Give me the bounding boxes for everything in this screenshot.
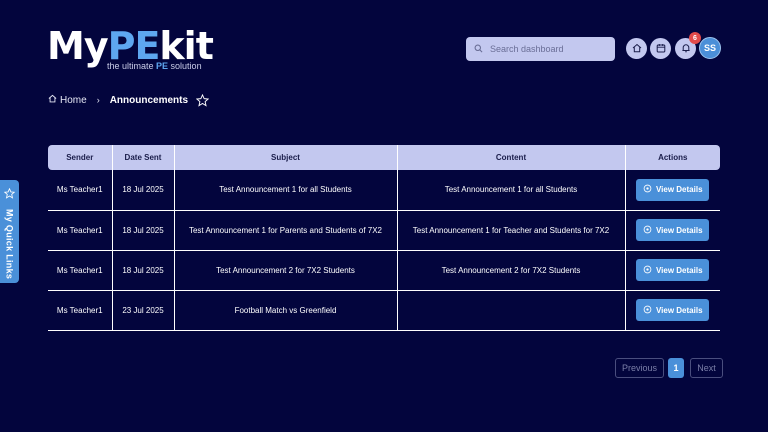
pagination: Previous 1 Next: [615, 358, 723, 378]
cell-content: Test Announcement 1 for all Students: [396, 170, 625, 211]
home-icon: [48, 94, 57, 106]
view-details-label: View Details: [655, 185, 703, 195]
cell-date: 23 Jul 2025: [111, 290, 174, 331]
cell-sender: Ms Teacher1: [48, 290, 112, 331]
breadcrumb-home[interactable]: Home: [48, 94, 87, 106]
calendar-icon: [656, 40, 666, 58]
eye-icon: [643, 265, 652, 276]
page-number-button[interactable]: 1: [668, 358, 684, 378]
view-details-button[interactable]: View Details: [636, 219, 710, 241]
home-button[interactable]: [626, 38, 647, 59]
star-icon: [3, 186, 16, 204]
logo[interactable]: MyPEkit the ultimate PE solution: [47, 24, 214, 72]
eye-icon: [643, 225, 652, 236]
column-header-date: Date Sent: [111, 145, 174, 170]
cell-sender: Ms Teacher1: [48, 250, 112, 291]
cell-date: 18 Jul 2025: [111, 170, 174, 211]
cell-subject: Football Match vs Greenfield: [173, 290, 397, 331]
cell-actions: View Details: [624, 290, 720, 331]
bell-icon: [681, 40, 691, 58]
column-header-subject: Subject: [173, 145, 397, 170]
cell-sender: Ms Teacher1: [48, 170, 112, 211]
calendar-button[interactable]: [650, 38, 671, 59]
cell-date: 18 Jul 2025: [111, 210, 174, 251]
quick-links-label: My Quick Links: [4, 209, 15, 280]
breadcrumb-current: Announcements: [109, 94, 189, 106]
table-row: Ms Teacher1 23 Jul 2025 Football Match v…: [48, 290, 720, 331]
next-page-button[interactable]: Next: [690, 358, 723, 378]
home-icon: [632, 40, 642, 58]
table-row: Ms Teacher1 18 Jul 2025 Test Announcemen…: [48, 210, 720, 251]
avatar[interactable]: SS: [699, 37, 721, 59]
cell-actions: View Details: [624, 250, 720, 291]
table-header-row: Sender Date Sent Subject Content Actions: [48, 145, 720, 170]
breadcrumb-home-label: Home: [60, 94, 87, 106]
search-bar[interactable]: [466, 37, 615, 61]
table-row: Ms Teacher1 18 Jul 2025 Test Announcemen…: [48, 250, 720, 291]
previous-page-button[interactable]: Previous: [615, 358, 664, 378]
view-details-label: View Details: [655, 265, 703, 275]
quick-links-tab[interactable]: My Quick Links: [0, 180, 19, 283]
cell-subject: Test Announcement 1 for Parents and Stud…: [173, 210, 397, 251]
search-input[interactable]: [490, 44, 600, 54]
search-icon: [474, 40, 483, 58]
logo-wordmark: MyPEkit: [47, 24, 214, 68]
column-header-content: Content: [396, 145, 625, 170]
eye-icon: [643, 305, 652, 316]
cell-actions: View Details: [624, 210, 720, 251]
cell-subject: Test Announcement 2 for 7X2 Students: [173, 250, 397, 291]
view-details-label: View Details: [655, 225, 703, 235]
breadcrumb-separator: ›: [96, 95, 100, 105]
column-header-actions: Actions: [624, 145, 720, 170]
view-details-button[interactable]: View Details: [636, 299, 710, 321]
cell-subject: Test Announcement 1 for all Students: [173, 170, 397, 211]
announcements-table: Sender Date Sent Subject Content Actions…: [48, 145, 720, 331]
column-header-sender: Sender: [66, 153, 94, 162]
view-details-label: View Details: [655, 305, 703, 315]
cell-content: Test Announcement 2 for 7X2 Students: [396, 250, 625, 291]
cell-content: [396, 290, 625, 331]
cell-content: Test Announcement 1 for Teacher and Stud…: [396, 210, 625, 251]
eye-icon: [643, 184, 652, 195]
table-row: Ms Teacher1 18 Jul 2025 Test Announcemen…: [48, 170, 720, 211]
cell-actions: View Details: [624, 170, 720, 211]
logo-tagline: the ultimate PE solution: [107, 61, 202, 71]
view-details-button[interactable]: View Details: [636, 178, 710, 201]
cell-date: 18 Jul 2025: [111, 250, 174, 291]
cell-sender: Ms Teacher1: [48, 210, 112, 251]
breadcrumb: Home › Announcements: [48, 92, 210, 108]
view-details-button[interactable]: View Details: [636, 259, 710, 281]
favorite-star-icon[interactable]: [196, 93, 210, 107]
